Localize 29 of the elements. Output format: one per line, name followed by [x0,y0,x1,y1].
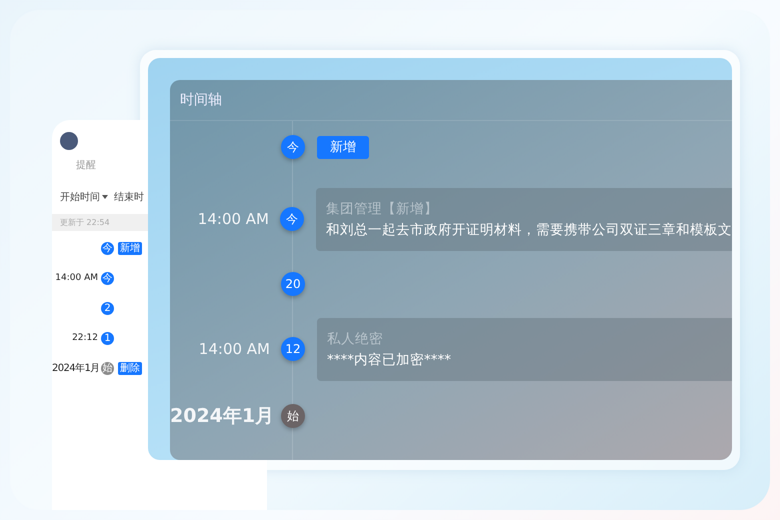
time-label: 22:12 [71,333,98,343]
timeline-node: 始 [101,362,114,374]
time-label: 2024年1月 [170,404,270,429]
event-title: 集团管理【新增】 [326,200,439,218]
timeline-node: 今 [281,135,305,159]
event-text: ****内容已加密**** [327,350,452,368]
timeline-node: 20 [281,272,305,296]
filter-dropdown[interactable]: 结束时 [114,190,144,204]
time-label: 14:00 AM [54,273,98,283]
timeline-node: 2 [101,302,114,314]
filter-dropdown[interactable]: 开始时间 [60,190,108,204]
action-button[interactable]: 新增 [118,242,142,254]
timeline-node: 今 [101,272,114,284]
timeline-node: 12 [281,337,305,361]
panel-title: 时间轴 [170,80,732,121]
add-button[interactable]: 新增 [317,136,369,158]
avatar-icon [60,132,78,150]
time-label: 14:00 AM [198,340,270,358]
action-button[interactable]: 删除 [118,362,142,374]
tab[interactable]: 提醒 [76,158,96,172]
event-card[interactable]: 集团管理【新增】 和刘总一起去市政府开证明材料，需要携带公司双证三章和模板文 [316,188,732,250]
time-label: 2024年1月 [52,362,98,375]
timeline-node: 今 [101,242,114,254]
event-text: 和刘总一起去市政府开证明材料，需要携带公司双证三章和模板文 [326,220,732,238]
timeline-node: 1 [101,332,114,344]
timeline-node: 始 [281,404,305,428]
event-card[interactable]: 私人绝密 ****内容已加密**** [317,318,732,380]
timeline-node: 今 [280,207,304,231]
event-title: 私人绝密 [327,330,384,348]
